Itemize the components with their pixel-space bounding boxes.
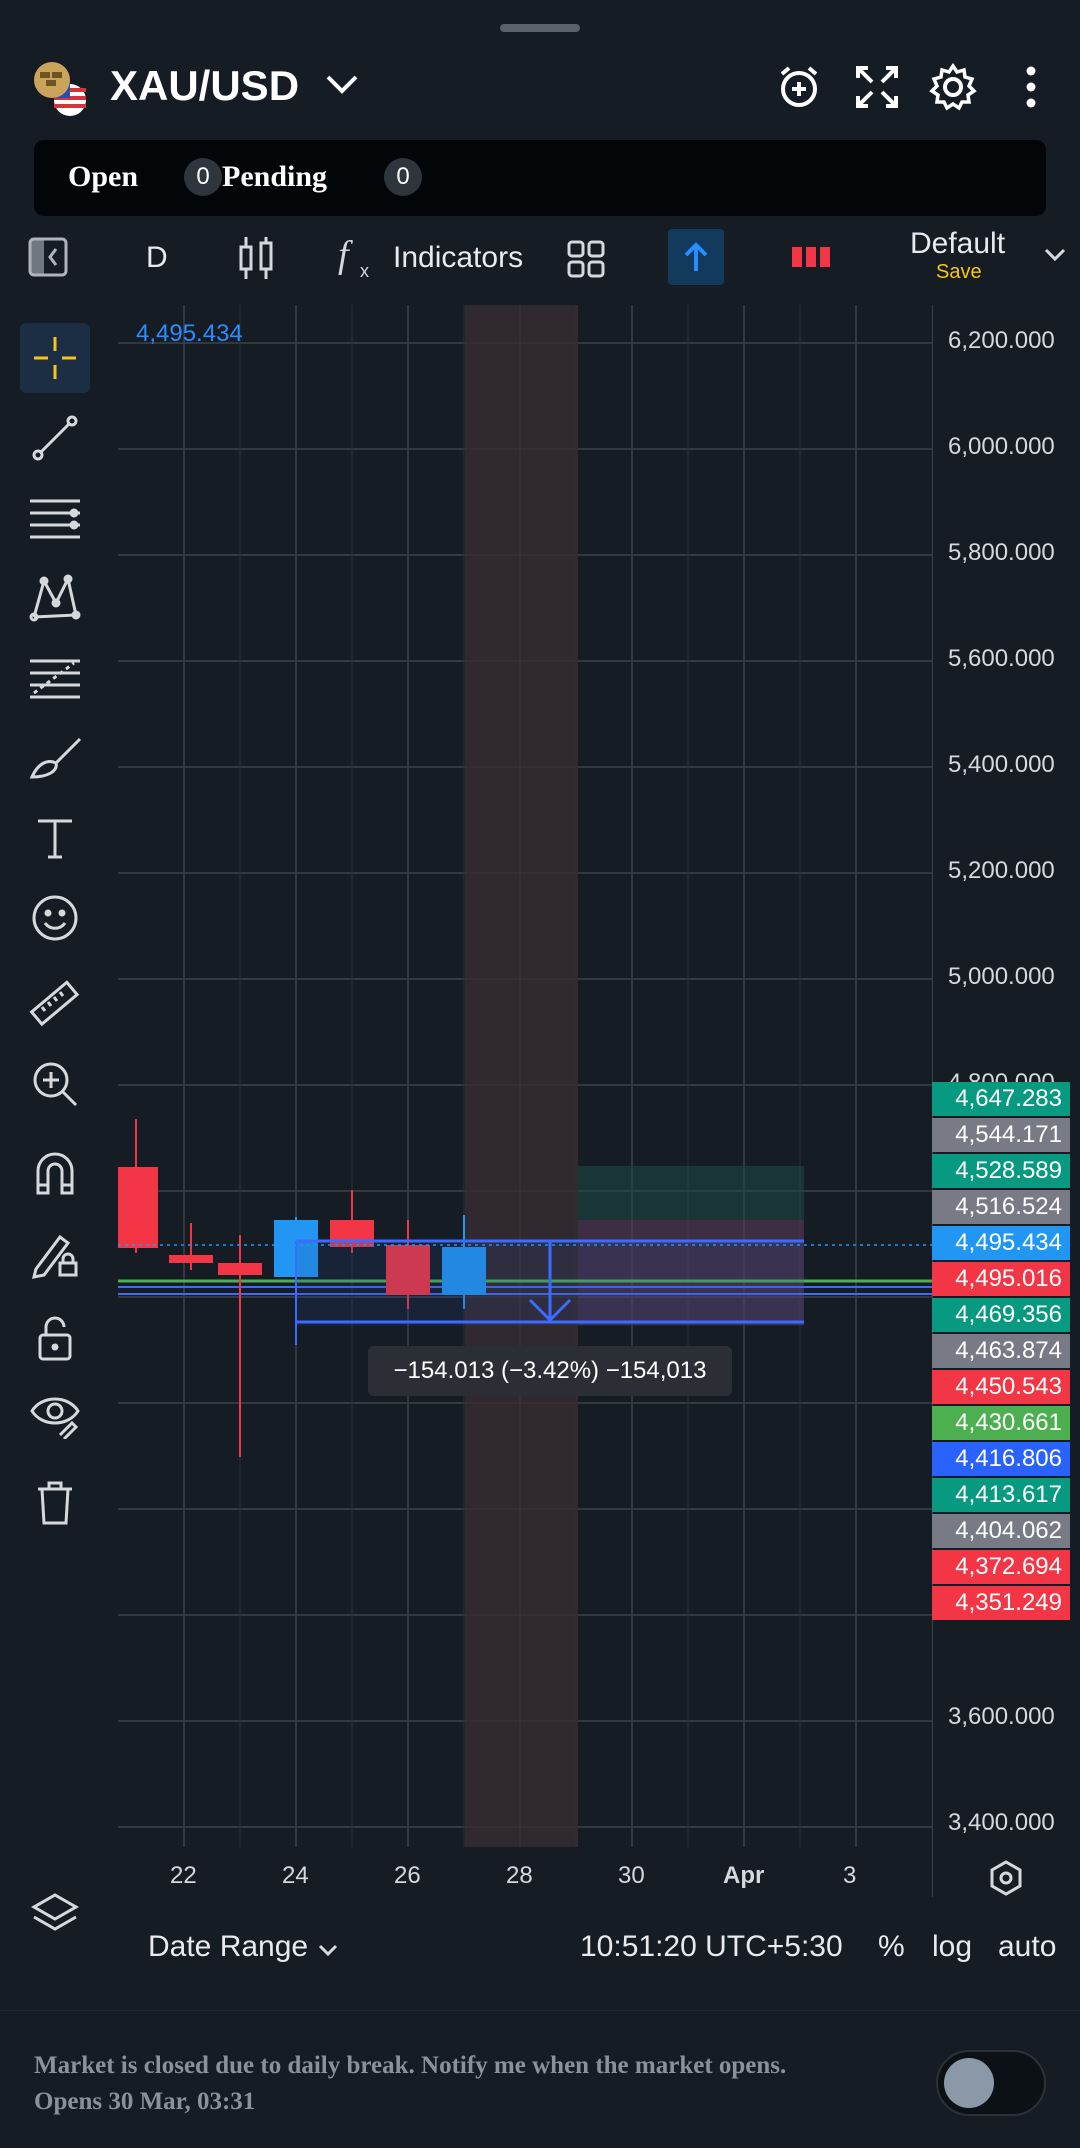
time-axis-label: 24 xyxy=(282,1862,309,1889)
auto-scale-toggle[interactable]: auto xyxy=(998,1930,1056,1964)
time-axis-label: 28 xyxy=(506,1862,533,1889)
horizontal-lines-tool-icon[interactable] xyxy=(22,485,88,551)
open-orders-tab[interactable]: Open xyxy=(68,160,138,194)
unlock-icon[interactable] xyxy=(22,1305,88,1371)
log-scale-toggle[interactable]: log xyxy=(932,1930,972,1964)
price-axis-label: 3,400.000 xyxy=(948,1809,1055,1836)
price-chart[interactable]: 4,495.434 xyxy=(118,305,932,1847)
crosshair-tool-icon[interactable] xyxy=(20,323,90,393)
price-tag: 4,528.589 xyxy=(932,1154,1070,1188)
pending-count-badge: 0 xyxy=(384,158,422,196)
divider xyxy=(0,2010,1080,2011)
time-axis-label: 26 xyxy=(394,1862,421,1889)
chevron-down-icon[interactable] xyxy=(325,72,359,101)
price-tag: 4,450.543 xyxy=(932,1370,1070,1404)
price-tag: 4,351.249 xyxy=(932,1586,1070,1620)
lock-drawing-pencil-icon[interactable] xyxy=(22,1221,88,1287)
axis-settings-icon[interactable] xyxy=(986,1858,1026,1903)
brush-tool-icon[interactable] xyxy=(22,725,88,791)
date-range-button[interactable]: Date Range xyxy=(148,1930,308,1964)
layout-name[interactable]: Default xyxy=(910,227,1005,261)
market-status-message: Market is closed due to daily break. Not… xyxy=(34,2048,786,2120)
price-axis-label: 5,800.000 xyxy=(948,539,1055,566)
symbol-title[interactable]: XAU/USD xyxy=(110,62,299,110)
indicators-button[interactable]: Indicators xyxy=(393,241,523,275)
candle-body xyxy=(169,1255,213,1263)
pending-orders-tab[interactable]: Pending xyxy=(222,160,327,194)
visibility-tool-icon[interactable] xyxy=(22,1381,88,1447)
market-status-line1: Market is closed due to daily break. Not… xyxy=(34,2052,787,2079)
price-tag: 4,495.016 xyxy=(932,1262,1070,1296)
trash-icon[interactable] xyxy=(22,1469,88,1535)
more-vertical-icon[interactable] xyxy=(1006,62,1056,112)
fib-tool-icon[interactable] xyxy=(22,645,88,711)
price-tag: 4,495.434 xyxy=(932,1226,1070,1260)
price-axis-label: 5,000.000 xyxy=(948,963,1055,990)
time-axis-label: 22 xyxy=(170,1862,197,1889)
candle-body xyxy=(218,1263,262,1275)
chevron-down-icon[interactable] xyxy=(1044,247,1066,268)
axis-divider xyxy=(932,1847,933,1897)
collapse-sidebar-icon[interactable] xyxy=(28,237,68,277)
drag-handle[interactable] xyxy=(500,24,580,32)
candle-body xyxy=(118,1167,158,1248)
candlestick-type-icon[interactable] xyxy=(236,235,276,286)
orders-bar: Open 0 Pending 0 xyxy=(34,140,1046,216)
layout-save-link[interactable]: Save xyxy=(936,261,982,284)
price-tag: 4,372.694 xyxy=(932,1550,1070,1584)
market-status-line2: Opens 30 Mar, 03:31 xyxy=(34,2088,256,2115)
chevron-down-icon[interactable] xyxy=(318,1944,338,1963)
time-axis-label: Apr xyxy=(723,1862,765,1889)
volume-bars-icon[interactable] xyxy=(792,247,832,272)
top-bar: XAU/USD xyxy=(0,50,1080,120)
time-axis-label: 30 xyxy=(618,1862,645,1889)
price-axis-label: 5,400.000 xyxy=(948,751,1055,778)
target-zone xyxy=(578,1166,804,1220)
function-icon[interactable]: fx xyxy=(336,233,380,288)
price-tag: 4,463.874 xyxy=(932,1334,1070,1368)
price-tag: 4,544.171 xyxy=(932,1118,1070,1152)
trend-line-tool-icon[interactable] xyxy=(22,405,88,471)
drawing-toolbar xyxy=(0,305,110,1931)
layout-grid-icon[interactable] xyxy=(566,239,606,284)
price-axis-label: 5,200.000 xyxy=(948,857,1055,884)
measure-tooltip: −154.013 (−3.42%) −154,013 xyxy=(368,1346,732,1396)
price-tag: 4,430.661 xyxy=(932,1406,1070,1440)
notify-market-open-toggle[interactable] xyxy=(936,2050,1046,2116)
svg-text:x: x xyxy=(360,261,369,281)
price-tag: 4,516.524 xyxy=(932,1190,1070,1224)
magnet-tool-icon[interactable] xyxy=(22,1141,88,1207)
price-axis-label: 6,000.000 xyxy=(948,433,1055,460)
emoji-tool-icon[interactable] xyxy=(22,885,88,951)
price-tag: 4,469.356 xyxy=(932,1298,1070,1332)
open-count-badge: 0 xyxy=(184,158,222,196)
timeframe-selector[interactable]: D xyxy=(146,241,168,275)
price-tag: 4,404.062 xyxy=(932,1514,1070,1548)
price-axis-label: 6,200.000 xyxy=(948,327,1055,354)
buy-direction-button[interactable] xyxy=(668,229,724,285)
price-tag: 4,647.283 xyxy=(932,1082,1070,1116)
pattern-tool-icon[interactable] xyxy=(22,565,88,631)
weekend-shade xyxy=(465,305,578,1847)
price-axis-label: 3,600.000 xyxy=(948,1703,1055,1730)
price-tag: 4,413.617 xyxy=(932,1478,1070,1512)
clock-readout[interactable]: 10:51:20 UTC+5:30 xyxy=(580,1930,843,1964)
alarm-add-icon[interactable] xyxy=(774,62,824,112)
ruler-tool-icon[interactable] xyxy=(22,971,88,1037)
text-tool-icon[interactable] xyxy=(22,805,88,871)
fullscreen-icon[interactable] xyxy=(852,62,902,112)
bottom-bar: Date Range 10:51:20 UTC+5:30 % log auto xyxy=(0,1910,1080,1990)
gold-usd-flag-icon xyxy=(30,60,88,118)
toggle-knob xyxy=(944,2058,994,2108)
percent-scale-toggle[interactable]: % xyxy=(878,1930,905,1964)
gear-icon[interactable] xyxy=(928,62,978,112)
chart-toolbar: D fx Indicators Default Save xyxy=(0,225,1080,305)
svg-text:f: f xyxy=(338,234,353,276)
price-axis-label: 5,600.000 xyxy=(948,645,1055,672)
price-tag: 4,416.806 xyxy=(932,1442,1070,1476)
crosshair-price-label: 4,495.434 xyxy=(136,320,243,347)
zoom-in-tool-icon[interactable] xyxy=(22,1051,88,1117)
time-axis-label: 3 xyxy=(843,1862,857,1889)
